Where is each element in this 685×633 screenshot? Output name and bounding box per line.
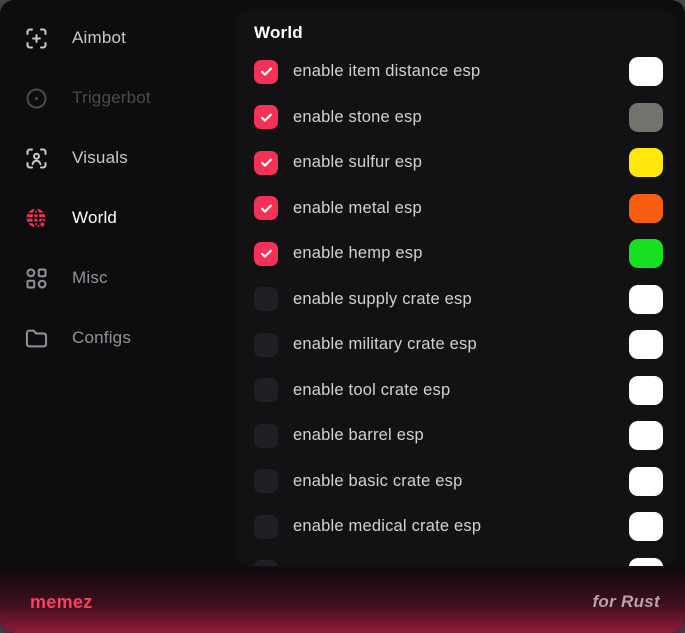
color-swatch[interactable] <box>629 558 663 566</box>
color-swatch[interactable] <box>629 376 663 405</box>
color-swatch[interactable] <box>629 285 663 314</box>
option-label: enable hemp esp <box>293 244 423 263</box>
checkbox[interactable] <box>254 105 278 129</box>
checkbox[interactable] <box>254 560 278 566</box>
circle-dot-icon <box>23 85 50 112</box>
checkbox[interactable] <box>254 287 278 311</box>
option-label: enable barrel esp <box>293 426 424 445</box>
checkbox[interactable] <box>254 333 278 357</box>
sidebar-item-aimbot[interactable]: Aimbot <box>0 8 237 68</box>
checkbox[interactable] <box>254 151 278 175</box>
option-row: enable stone esp <box>237 95 676 141</box>
globe-star-icon <box>23 205 50 232</box>
color-swatch[interactable] <box>629 421 663 450</box>
color-swatch[interactable] <box>629 57 663 86</box>
option-row <box>237 550 676 567</box>
color-swatch[interactable] <box>629 103 663 132</box>
option-label: enable item distance esp <box>293 62 480 81</box>
option-row: enable basic crate esp <box>237 459 676 505</box>
checkbox[interactable] <box>254 378 278 402</box>
option-row: enable metal esp <box>237 186 676 232</box>
checkbox[interactable] <box>254 60 278 84</box>
option-label: enable sulfur esp <box>293 153 422 172</box>
option-row: enable medical crate esp <box>237 504 676 550</box>
sidebar-item-label: Aimbot <box>72 28 126 48</box>
sidebar-item-label: Configs <box>72 328 131 348</box>
sidebar-item-label: World <box>72 208 117 228</box>
sidebar-item-misc[interactable]: Misc <box>0 248 237 308</box>
sidebar-item-label: Triggerbot <box>72 88 151 108</box>
checkbox[interactable] <box>254 515 278 539</box>
option-row: enable hemp esp <box>237 231 676 277</box>
option-label: enable supply crate esp <box>293 290 472 309</box>
option-row: enable supply crate esp <box>237 277 676 323</box>
option-list: enable item distance esp enable stone es… <box>237 49 676 566</box>
checkbox[interactable] <box>254 242 278 266</box>
user-scan-icon <box>23 145 50 172</box>
sidebar: Aimbot Triggerbot Visuals World Misc Con… <box>0 0 237 368</box>
option-label: enable medical crate esp <box>293 517 481 536</box>
option-label: enable metal esp <box>293 199 422 218</box>
page-title: World <box>254 23 676 43</box>
color-swatch[interactable] <box>629 148 663 177</box>
option-row: enable military crate esp <box>237 322 676 368</box>
color-swatch[interactable] <box>629 467 663 496</box>
color-swatch[interactable] <box>629 330 663 359</box>
option-row: enable item distance esp <box>237 49 676 95</box>
option-row: enable tool crate esp <box>237 368 676 414</box>
sidebar-item-label: Misc <box>72 268 108 288</box>
world-panel: World enable item distance esp enable st… <box>237 10 676 566</box>
sidebar-item-configs[interactable]: Configs <box>0 308 237 368</box>
sidebar-item-label: Visuals <box>72 148 128 168</box>
option-row: enable sulfur esp <box>237 140 676 186</box>
option-row: enable barrel esp <box>237 413 676 459</box>
color-swatch[interactable] <box>629 239 663 268</box>
tagline-label: for Rust <box>592 592 660 612</box>
option-label: enable tool crate esp <box>293 381 450 400</box>
option-label: enable stone esp <box>293 108 422 127</box>
scan-plus-icon <box>23 25 50 52</box>
folder-icon <box>23 325 50 352</box>
option-label: enable basic crate esp <box>293 472 463 491</box>
grid-icon <box>23 265 50 292</box>
sidebar-item-world[interactable]: World <box>0 188 237 248</box>
sidebar-item-triggerbot[interactable]: Triggerbot <box>0 68 237 128</box>
brand-label: memez <box>30 592 93 613</box>
color-swatch[interactable] <box>629 512 663 541</box>
checkbox[interactable] <box>254 469 278 493</box>
checkbox[interactable] <box>254 424 278 448</box>
checkbox[interactable] <box>254 196 278 220</box>
option-label: enable military crate esp <box>293 335 477 354</box>
footer: memez for Rust <box>0 571 685 633</box>
sidebar-item-visuals[interactable]: Visuals <box>0 128 237 188</box>
cheat-menu-window: Aimbot Triggerbot Visuals World Misc Con… <box>0 0 685 633</box>
color-swatch[interactable] <box>629 194 663 223</box>
